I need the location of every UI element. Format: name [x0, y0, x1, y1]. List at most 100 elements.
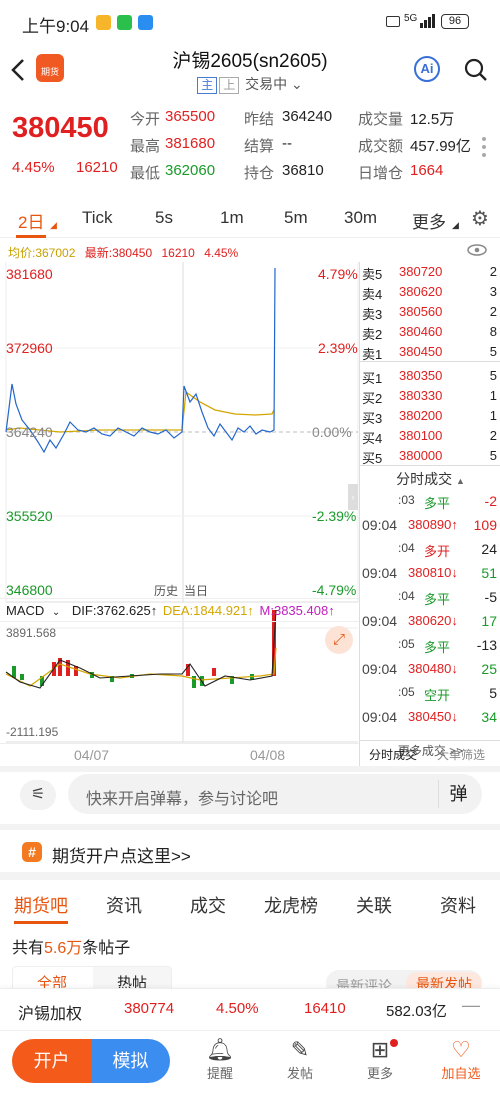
trades-title[interactable]: 分时成交 ▲	[360, 469, 500, 489]
order-price: 380620	[399, 284, 443, 299]
nav-add-watchlist-label: 加自选	[441, 1066, 481, 1081]
tab-30m[interactable]: 30m	[344, 208, 377, 228]
nav-more-label: 更多	[366, 1066, 393, 1081]
trade-volume: 24	[481, 541, 497, 557]
quote-field-value: 365500	[165, 108, 216, 125]
quote-field-label: 日增仓	[358, 165, 404, 182]
search-icon[interactable]	[463, 57, 489, 83]
tab-1m[interactable]: 1m	[220, 208, 244, 228]
ask-row[interactable]: 卖3 380560 2	[360, 302, 500, 322]
content-tab-underline	[14, 921, 68, 924]
comment-input[interactable]: 快来开启弹幕，参与讨论吧 弹	[68, 774, 482, 814]
nav-more[interactable]: ⊞ 更多	[358, 1037, 402, 1082]
battery-icon: 96	[441, 14, 469, 29]
order-price: 380000	[399, 448, 443, 463]
download-icon	[138, 15, 153, 30]
more-dots-icon[interactable]	[480, 136, 488, 158]
signal-icon	[420, 14, 435, 28]
bid-row[interactable]: 买4 380100 2	[360, 426, 500, 446]
tab-related[interactable]: 关联	[356, 892, 392, 918]
quote-field-label: 昨结	[244, 111, 275, 128]
trade-row: :04 多平 -5	[360, 586, 500, 610]
open-account-link[interactable]: 期货开户点这里>>	[52, 842, 191, 867]
order-volume: 2	[489, 264, 497, 279]
history-label[interactable]: 历史	[154, 582, 178, 599]
nav-post[interactable]: ✎ 发帖	[278, 1037, 322, 1082]
macd-dropdown-icon[interactable]: ⌄	[52, 607, 60, 618]
danmaku-toggle-button[interactable]: 弹	[438, 780, 478, 808]
index-ticker[interactable]: 沪锡加权 380774 4.50% 16410 582.03亿 —	[0, 988, 500, 1030]
quote-field-value: --	[282, 135, 292, 152]
ask-row[interactable]: 卖1 380450 5	[360, 342, 500, 362]
ai-assistant-icon[interactable]: Ai	[414, 56, 440, 82]
order-price: 380460	[399, 324, 443, 339]
open-account-button[interactable]: 开户	[12, 1039, 91, 1083]
today-label[interactable]: 当日	[184, 582, 208, 599]
pct-label-low: -4.79%	[312, 582, 357, 598]
trade-volume: -2	[484, 493, 497, 509]
status-bar: 上午9:04 5G 96	[0, 0, 500, 44]
fullscreen-icon[interactable]: ⤢	[325, 626, 353, 654]
nav-alert-label: 提醒	[206, 1066, 233, 1081]
chevron-down-icon[interactable]: ⌄	[291, 76, 303, 92]
tab-profile[interactable]: 资料	[440, 892, 476, 918]
comment-placeholder: 快来开启弹幕，参与讨论吧	[86, 791, 279, 808]
tab-time-sales[interactable]: 分时成交	[369, 746, 417, 763]
trade-price: 380480↓	[408, 661, 458, 676]
order-book-panel: 卖5 380720 2 卖4 380620 3 卖3 380560 2 卖2 380460 8 卖1 38…	[359, 262, 500, 766]
trade-volume: 51	[481, 565, 497, 581]
post-count-number: 5.6万	[44, 940, 83, 957]
quote-field-value: 1664	[410, 162, 444, 179]
trade-price: 380450↓	[408, 709, 458, 724]
bid-row[interactable]: 买1 380350 5	[360, 366, 500, 386]
trade-list: :03 多平 -2 09:04 380890↑ 109:04 多开 24 09:04 380810…	[360, 490, 500, 740]
tab-more[interactable]: 更多	[412, 208, 446, 233]
expand-handle[interactable]: ›	[348, 484, 358, 510]
bid-row[interactable]: 买3 380200 1	[360, 406, 500, 426]
bell-icon: 🔔︎	[206, 1037, 234, 1062]
nav-alert[interactable]: 🔔︎ 提醒	[198, 1037, 242, 1082]
order-volume: 1	[489, 408, 497, 423]
tab-deals[interactable]: 成交	[190, 892, 226, 918]
trade-row: 09:04 380620↓ 17	[360, 610, 500, 634]
tab-5s[interactable]: 5s	[155, 208, 173, 228]
order-volume: 2	[489, 428, 497, 443]
macd-dif: DIF:3762.625↑	[71, 603, 158, 618]
trade-time: :05	[398, 685, 415, 699]
tab-big-orders[interactable]: 大单筛选	[437, 746, 485, 763]
ask-row[interactable]: 卖2 380460 8	[360, 322, 500, 342]
trade-price: 380620↓	[408, 613, 458, 628]
danmaku-settings-icon[interactable]: ⚟	[20, 780, 56, 810]
open-account-banner[interactable]: # 期货开户点这里>>	[0, 836, 500, 880]
tab-2day[interactable]: 2日	[18, 208, 44, 233]
order-price: 380100	[399, 428, 443, 443]
ticker-name: 沪锡加权	[18, 1006, 83, 1023]
order-price: 380560	[399, 304, 443, 319]
simulate-button[interactable]: 模拟	[91, 1039, 170, 1083]
nav-add-watchlist[interactable]: ♡ 加自选	[436, 1037, 486, 1082]
ask-row[interactable]: 卖5 380720 2	[360, 262, 500, 282]
gear-icon[interactable]: ⚙	[471, 206, 489, 231]
trading-status: 交易中	[245, 76, 288, 92]
ask-row[interactable]: 卖4 380620 3	[360, 282, 500, 302]
quote-field-label: 最低	[130, 165, 161, 182]
close-icon[interactable]: —	[462, 995, 480, 1016]
quote-field-value: 362060	[165, 162, 216, 179]
tab-news[interactable]: 资讯	[106, 892, 142, 918]
tab-forum[interactable]: 期货吧	[14, 892, 68, 918]
tab-5m[interactable]: 5m	[284, 208, 308, 228]
trade-time: 09:04	[362, 661, 398, 677]
tab-top-list[interactable]: 龙虎榜	[264, 892, 318, 918]
order-level-label: 卖3	[362, 307, 383, 322]
divider	[0, 872, 500, 880]
bid-row[interactable]: 买5 380000 5	[360, 446, 500, 466]
trade-price: 380810↓	[408, 565, 458, 580]
macd-label[interactable]: MACD	[6, 603, 44, 618]
eye-icon[interactable]	[466, 242, 488, 258]
trade-price: 380890↑	[408, 517, 458, 532]
bid-row[interactable]: 买2 380330 1	[360, 386, 500, 406]
tab-tick[interactable]: Tick	[82, 208, 113, 228]
trade-volume: 5	[489, 685, 497, 701]
trade-row: :05 多平 -13	[360, 634, 500, 658]
price-label-upper: 372960	[6, 340, 53, 356]
